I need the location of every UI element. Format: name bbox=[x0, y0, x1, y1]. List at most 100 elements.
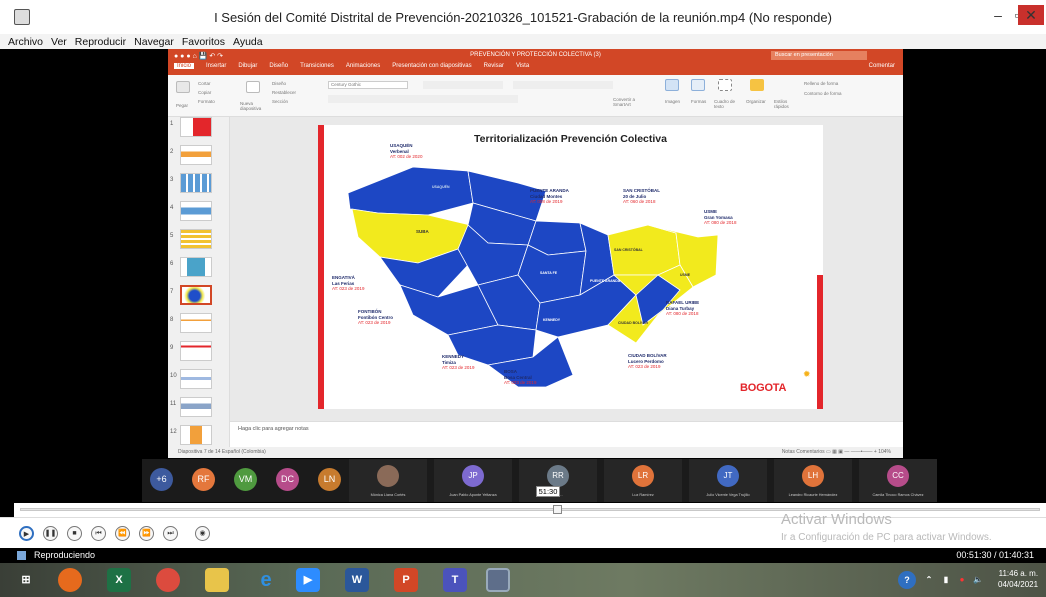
word-icon[interactable]: W bbox=[345, 568, 369, 592]
participant-avatar: VM bbox=[234, 468, 257, 491]
loc-sub: Lucero Perdomo bbox=[628, 358, 664, 364]
ppt-search-input: Buscar en presentación bbox=[771, 51, 867, 60]
alert-icon[interactable]: ● bbox=[956, 568, 968, 592]
ribbon-fill-label: Relleno de forma bbox=[804, 81, 839, 86]
participant-tile: LH Leandro Ricaurte Hernández bbox=[774, 459, 852, 502]
font-size-row bbox=[423, 81, 503, 89]
font-format-row bbox=[328, 95, 518, 103]
previous-button[interactable]: ⏮ bbox=[91, 526, 106, 541]
start-button[interactable]: ⊞ bbox=[14, 568, 38, 592]
stop-button[interactable]: ■ bbox=[67, 526, 82, 541]
ppt-tab-diseno: Diseño bbox=[269, 63, 289, 69]
play-button[interactable]: ▶ bbox=[19, 526, 34, 541]
slide-thumbnails: 1 2 3 4 5 6 7 8 9 10 11 12 bbox=[168, 117, 230, 447]
loc-ref: AT: 023 de 2019 bbox=[504, 380, 537, 385]
ribbon-shapes-label: Formas bbox=[691, 99, 707, 104]
slide-thumbnail-selected bbox=[180, 285, 212, 305]
slide-stage: Territorialización Prevención Colectiva bbox=[230, 117, 903, 421]
edge-icon[interactable]: e bbox=[254, 568, 278, 592]
ppt-status-left: Diapositiva 7 de 14 Español (Colombia) bbox=[178, 449, 266, 455]
loc-name: RAFAEL URIBE bbox=[666, 300, 700, 305]
excel-icon[interactable]: X bbox=[107, 568, 131, 592]
loc-name: PUENTE ARANDA bbox=[530, 188, 569, 193]
participant-name: Camila Tinoco Ramos Chávez bbox=[872, 493, 924, 497]
close-button[interactable]: ✕ bbox=[1018, 5, 1044, 25]
participant-avatar: RR bbox=[547, 465, 569, 487]
ppt-status-bar: Diapositiva 7 de 14 Español (Colombia) N… bbox=[168, 447, 903, 458]
menu-reproducir[interactable]: Reproducir bbox=[75, 36, 126, 48]
volume-button[interactable]: ◉ bbox=[195, 526, 210, 541]
forward-button[interactable]: ⏩ bbox=[139, 526, 154, 541]
zoom-icon[interactable]: ▶ bbox=[296, 568, 320, 592]
ribbon-reset-label: Restablecer bbox=[272, 90, 297, 95]
ribbon-paste-label: Pegar bbox=[176, 103, 189, 108]
ribbon-convert-label: Convertir a SmartArt bbox=[613, 97, 636, 107]
slide-thumbnail bbox=[180, 425, 212, 445]
ribbon-format-label: Formato bbox=[198, 99, 215, 104]
loc-sub: Ciudad Montes bbox=[530, 193, 563, 199]
participant-avatar: RF bbox=[192, 468, 215, 491]
firefox-icon[interactable] bbox=[58, 568, 82, 592]
ribbon-arrange-label: Organizar bbox=[746, 99, 766, 104]
paste-icon bbox=[176, 81, 190, 93]
menu-bar: Archivo Ver Reproducir Navegar Favoritos… bbox=[0, 34, 1046, 49]
participant-avatar: LN bbox=[318, 468, 341, 491]
menu-archivo[interactable]: Archivo bbox=[8, 36, 43, 48]
menu-ver[interactable]: Ver bbox=[51, 36, 67, 48]
loc-name: USME bbox=[704, 209, 718, 214]
slide-thumbnail bbox=[180, 257, 212, 277]
loc-ref: AT: 023 de 2019 bbox=[442, 365, 475, 370]
participant-avatar: LR bbox=[632, 465, 654, 487]
ribbon-design-label: Diseño bbox=[272, 81, 287, 86]
ppt-tab-vista: Vista bbox=[515, 63, 530, 69]
loc-name: BOSA bbox=[504, 369, 518, 374]
menu-navegar[interactable]: Navegar bbox=[134, 36, 174, 48]
ppt-tabs: Inicio Insertar Dibujar Diseño Transicio… bbox=[174, 63, 541, 69]
next-button[interactable]: ⏭ bbox=[163, 526, 178, 541]
file-explorer-icon[interactable] bbox=[205, 568, 229, 592]
participant-tile: JP Juan Pablo Aponte Yeltanza bbox=[434, 459, 512, 502]
system-clock[interactable]: 11:46 a. m. 04/04/2021 bbox=[998, 568, 1038, 590]
ppt-status-right: Notas Comentarios ▭ ▦ ▣ — ——•—— + 104% bbox=[781, 449, 891, 455]
ppt-comment-button: Comentar bbox=[868, 63, 895, 69]
loc-san-cristobal: SAN CRISTÓBAL 20 de Julio AT: 060 de 2018 bbox=[623, 188, 660, 205]
map-label-santa-fe: SANTA FE bbox=[540, 271, 558, 275]
participant-tile: Mónica Liana Cortés bbox=[349, 459, 427, 502]
participant-name: Julio Vicente Vega Trujillo bbox=[706, 493, 750, 497]
media-player-icon[interactable] bbox=[486, 568, 510, 592]
seek-handle[interactable] bbox=[553, 505, 562, 514]
ribbon-new-slide-label: Nueva diapositiva bbox=[240, 101, 262, 111]
clock-time: 11:46 a. m. bbox=[998, 569, 1039, 578]
loc-sub: Timiza bbox=[442, 359, 456, 365]
pause-button[interactable]: ❚❚ bbox=[43, 526, 58, 541]
textbox-icon bbox=[718, 79, 732, 91]
tray-arrow-icon[interactable]: ⌃ bbox=[924, 568, 934, 592]
loc-bosa: BOSA Bosa Central AT: 023 de 2019 bbox=[504, 369, 536, 386]
slide-thumbnail bbox=[180, 201, 212, 221]
thumb-number: 6 bbox=[170, 261, 174, 267]
ppt-tab-dibujar: Dibujar bbox=[238, 63, 258, 69]
participant-name: Leandro Ricaurte Hernández bbox=[788, 493, 838, 497]
participant-tile: JT Julio Vicente Vega Trujillo bbox=[689, 459, 767, 502]
network-icon[interactable]: ▮ bbox=[940, 568, 952, 592]
teams-icon[interactable]: T bbox=[443, 568, 467, 592]
media-player-window: I Sesión del Comité Distrital de Prevenc… bbox=[0, 0, 1046, 597]
rewind-button[interactable]: ⏪ bbox=[115, 526, 130, 541]
loc-name: SAN CRISTÓBAL bbox=[623, 188, 660, 193]
chrome-icon[interactable] bbox=[156, 568, 180, 592]
help-icon[interactable]: ? bbox=[898, 571, 916, 589]
loc-usaquen: USAQUÉN Verbenal AT: 002 de 2020 bbox=[390, 143, 422, 160]
loc-name: USAQUÉN bbox=[390, 143, 413, 148]
volume-tray-icon[interactable]: 🔈 bbox=[972, 568, 984, 592]
more-participants-badge: +6 bbox=[150, 468, 173, 491]
slide-canvas: Territorialización Prevención Colectiva bbox=[318, 125, 823, 409]
image-icon bbox=[665, 79, 679, 91]
menu-favoritos[interactable]: Favoritos bbox=[182, 36, 225, 48]
ppt-tab-revisar: Revisar bbox=[483, 63, 504, 69]
loc-ref: AT: 023 de 2019 bbox=[628, 364, 661, 369]
loc-puente-aranda: PUENTE ARANDA Ciudad Montes AT: 008 de 201… bbox=[530, 188, 569, 205]
slide-thumbnail bbox=[180, 117, 212, 137]
powerpoint-icon[interactable]: P bbox=[394, 568, 418, 592]
menu-ayuda[interactable]: Ayuda bbox=[233, 36, 263, 48]
status-icon bbox=[17, 551, 26, 560]
